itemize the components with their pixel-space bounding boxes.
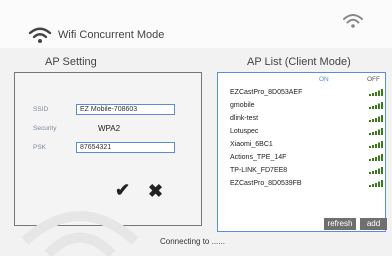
psk-label: PSK [33,144,47,151]
connection-status: Connecting to ...... [160,237,225,246]
wifi-watermark-icon [21,211,139,256]
ap-list-item[interactable]: gmobile [230,99,385,112]
ap-list-item[interactable]: EZCastPro_8D0539FB [230,177,385,190]
ap-setting-title: AP Setting [45,56,97,68]
signal-strength-icon [369,102,383,109]
signal-strength-icon [369,128,383,135]
on-column-header: ON [319,76,329,83]
ssid-field[interactable]: EZ Mobile-708603 [76,104,175,115]
ap-list-item[interactable]: Xiaomi_6BC1 [230,138,385,151]
security-value: WPA2 [98,124,121,133]
signal-strength-icon [369,154,383,161]
ap-list-item[interactable]: EZCastPro_8D053AEF [230,86,385,99]
ap-name: TP-LINK_FD7EE8 [230,167,288,174]
close-icon[interactable]: ✖ [148,182,163,200]
ap-list-item[interactable]: TP-LINK_FD7EE8 [230,164,385,177]
ap-list-item[interactable]: dlink-test [230,112,385,125]
ssid-label: SSID [33,106,49,113]
page-title: Wifi Concurrent Mode [58,29,165,41]
psk-field[interactable]: 87654321 [76,142,175,153]
ap-name: Xiaomi_6BC1 [230,141,273,148]
add-button[interactable]: add [360,218,387,230]
ap-list-title: AP List (Client Mode) [247,56,351,68]
ap-name: Lotuspec [230,128,259,135]
ap-name: gmobile [230,102,255,109]
ap-name: Actions_TPE_14F [230,154,287,161]
wifi-icon [28,27,52,43]
signal-strength-icon [369,115,383,122]
wifi-icon [343,14,363,28]
security-label: Security [33,125,57,132]
off-column-header: OFF [367,76,380,83]
ap-name: dlink-test [230,115,259,122]
signal-strength-icon [369,167,383,174]
ap-list: EZCastPro_8D053AEF gmobile dlink-test Lo… [230,86,385,190]
signal-strength-icon [369,141,383,148]
ap-name: EZCastPro_8D053AEF [230,89,303,96]
signal-strength-icon [369,180,383,187]
refresh-button[interactable]: refresh [324,218,356,230]
ap-name: EZCastPro_8D0539FB [230,180,302,187]
signal-strength-icon [369,89,383,96]
ap-list-item[interactable]: Actions_TPE_14F [230,151,385,164]
ap-list-item[interactable]: Lotuspec [230,125,385,138]
check-icon[interactable]: ✔ [115,181,130,199]
